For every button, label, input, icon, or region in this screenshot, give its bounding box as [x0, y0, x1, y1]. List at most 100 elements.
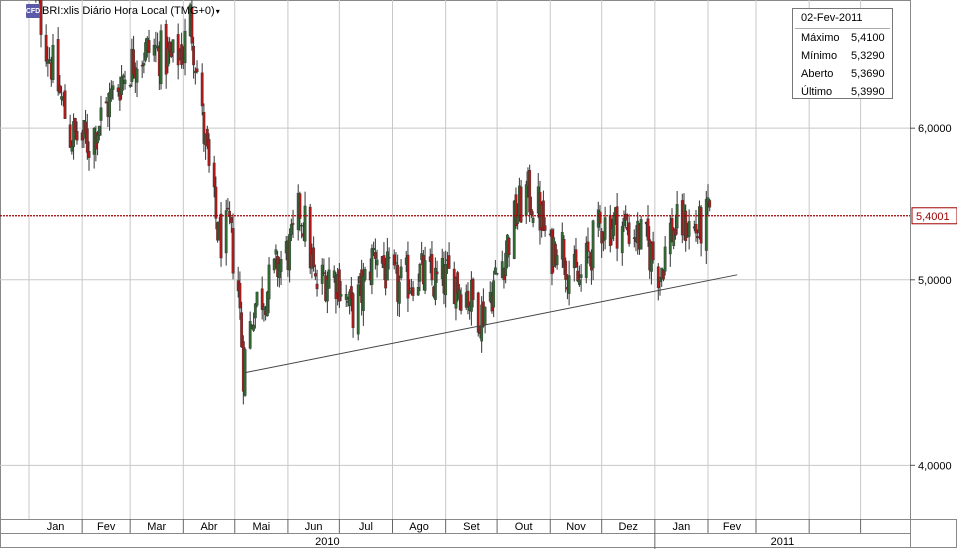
x-tick-label: Set	[463, 521, 480, 533]
candle-body	[142, 63, 146, 66]
candle-body	[73, 117, 77, 132]
candle-body	[507, 238, 511, 256]
chart-title-bar[interactable]: CFD BRI:xlis Diário Hora Local (TMG+0) ▾	[26, 4, 220, 18]
candle-body	[192, 45, 196, 66]
candle-body	[620, 226, 624, 254]
candle-body	[444, 264, 448, 296]
candle-body	[274, 249, 278, 255]
axis-corner	[910, 519, 957, 548]
candle-body	[231, 228, 235, 274]
x-year-label: 2010	[315, 536, 339, 548]
candle-body	[356, 284, 360, 335]
candle-body	[624, 213, 628, 221]
candle-body	[288, 234, 292, 271]
candle-body	[224, 210, 228, 254]
candle-body	[279, 259, 283, 272]
candle-body	[397, 281, 401, 304]
candle-body	[327, 269, 331, 289]
candle-body	[387, 256, 391, 259]
candle-body	[63, 90, 67, 119]
info-label: Aberto	[801, 68, 834, 80]
candle-body	[370, 248, 374, 285]
candle-body	[394, 262, 398, 264]
x-tick-label: Mai	[252, 521, 270, 533]
candle-body	[423, 260, 427, 291]
candle-body	[123, 79, 127, 85]
candle-body	[253, 303, 257, 319]
x-tick-label: Jan	[47, 521, 65, 533]
candle-body	[272, 258, 276, 271]
candle-body	[289, 224, 293, 235]
candle-body	[180, 44, 184, 65]
x-axis-month-strip	[0, 519, 911, 534]
candle-body	[639, 219, 643, 250]
chart-window: 4,0000 5,0000 6,0000 Jan Fev Mar Abr Mai Jun Jul A…	[0, 0, 957, 549]
candle-body	[519, 186, 523, 223]
chevron-down-icon[interactable]: ▾	[216, 7, 220, 16]
candle-body	[252, 324, 256, 331]
candle-body	[603, 217, 607, 240]
candle-body	[627, 222, 631, 244]
candle-body	[363, 269, 367, 280]
candle-body	[574, 249, 578, 268]
x-tick-label: Jan	[673, 521, 691, 533]
candle-body	[212, 162, 216, 188]
candle-body	[226, 207, 230, 210]
candle-body	[312, 247, 316, 268]
candle-body	[97, 125, 101, 136]
info-value: 5,4100	[851, 32, 885, 44]
candle-body	[528, 170, 532, 213]
candle-body	[135, 68, 139, 83]
x-tick-label: Jun	[305, 521, 323, 533]
candle-body	[598, 211, 602, 224]
candle-body	[156, 45, 159, 48]
candle-body	[555, 255, 559, 265]
candle-body	[416, 287, 420, 296]
candle-body	[229, 217, 233, 223]
candle-body	[109, 88, 113, 99]
candle-body	[483, 306, 487, 325]
candle-body	[459, 294, 463, 311]
info-date: 02-Fev-2011	[801, 12, 863, 24]
candle-body	[495, 272, 499, 275]
candle-body	[322, 272, 326, 274]
candle-body	[99, 107, 103, 121]
candle-body	[567, 275, 571, 294]
candle-body	[578, 279, 581, 285]
candle-body	[48, 59, 51, 62]
candle-body	[361, 275, 365, 311]
candle-body	[418, 264, 422, 282]
candle-body	[344, 293, 348, 300]
candle-body	[298, 193, 302, 219]
candle-body	[320, 264, 324, 284]
candle-body	[219, 213, 223, 259]
candle-body	[56, 39, 60, 92]
candle-body	[214, 186, 218, 219]
info-row: Máximo 5,4100	[793, 29, 892, 47]
candle-body	[612, 215, 616, 236]
candle-body	[291, 223, 295, 225]
y-tick-label: 6,0000	[918, 123, 952, 135]
chart-title: BRI:xlis Diário Hora Local (TMG+0)	[42, 5, 215, 17]
current-price-label: 5,4001	[916, 211, 950, 223]
candle-body	[44, 34, 48, 62]
x-tick-label: Mar	[147, 521, 166, 533]
candle-body	[183, 30, 187, 64]
candle-body	[586, 241, 590, 252]
candle-body	[303, 205, 307, 242]
candle-body	[70, 146, 74, 152]
info-label: Máximo	[801, 32, 840, 44]
candle-body	[674, 228, 677, 236]
candle-body	[385, 251, 389, 281]
candle-body	[492, 280, 496, 308]
x-tick-label: Fev	[723, 521, 742, 533]
candle-body	[704, 199, 708, 251]
x-tick-label: Out	[515, 521, 533, 533]
candle-body	[68, 124, 72, 148]
candle-body	[694, 224, 698, 234]
candle-body	[300, 225, 304, 227]
x-tick-label: Nov	[566, 521, 586, 533]
candle-body	[58, 85, 62, 93]
candle-body	[524, 184, 528, 216]
candle-body	[315, 283, 319, 290]
